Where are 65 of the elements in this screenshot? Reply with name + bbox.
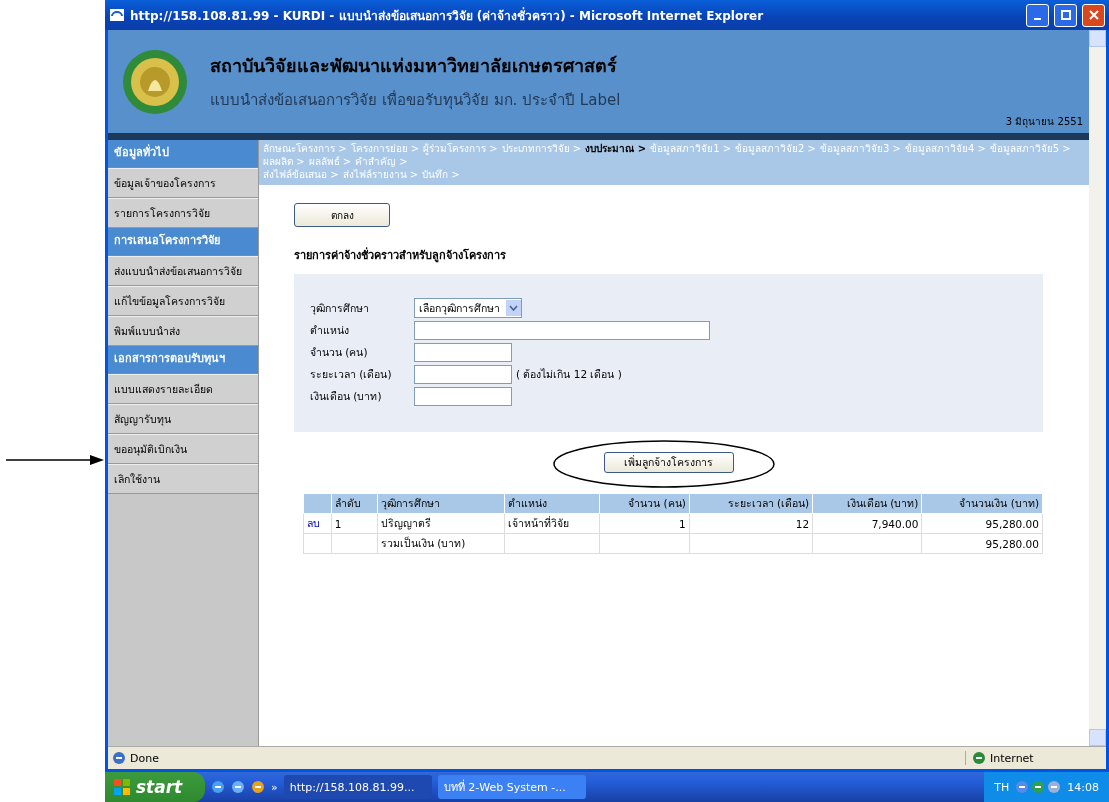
table-cell: 7,940.00 [812,513,922,534]
language-indicator[interactable]: TH [994,780,1010,794]
input-field[interactable] [414,343,512,362]
column-header: เงินเดือน (บาท) [812,493,922,514]
zone-text: Internet [990,751,1034,765]
sidebar-item[interactable]: แก้ไขข้อมูลโครงการวิจัย [108,286,258,316]
scrollbar[interactable] [1089,30,1106,746]
clock: 14:08 [1067,780,1099,794]
minimize-icon [1034,18,1041,20]
sidebar-item[interactable]: เลิกใช้งาน [108,464,258,494]
ok-button[interactable]: ตกลง [294,203,390,227]
column-header: จำนวน (คน) [599,493,690,514]
chevron-down-icon [509,305,518,311]
input-field[interactable] [414,387,512,406]
field-label: ระยะเวลา (เดือน) [310,367,393,382]
maximize-icon [1060,10,1071,20]
emblem-logo [122,48,188,115]
taskbar-button[interactable]: บทที่ 2-Web System -... [437,775,586,799]
sidebar-item[interactable]: ข้อมูลเจ้าของโครงการ [108,168,258,198]
column-header: วุฒิการศึกษา [377,493,505,514]
breadcrumb-link[interactable]: งบประมาณ > [585,142,647,155]
field-label: จำนวน (คน) [310,345,369,360]
sidebar-heading: เอกสารการตอบรับทุนฯ [108,346,258,374]
field-note: ( ต้องไม่เกิน 12 เดือน ) [516,367,622,382]
sidebar-item[interactable]: แบบแสดงรายละเอียด [108,374,258,404]
column-header: จำนวนเงิน (บาท) [921,493,1043,514]
close-icon [1088,10,1099,20]
section-title: รายการค่าจ้างชั่วคราวสำหรับลูกจ้างโครงการ [294,246,506,264]
table-cell: 1 [331,513,378,534]
sidebar-item[interactable]: พิมพ์แบบนำส่ง [108,316,258,346]
column-header: ลำดับ [331,493,378,514]
field-label: ตำแหน่ง [310,323,350,338]
sidebar-heading: การเสนอโครงการวิจัย [108,228,258,256]
more-chevron[interactable]: » [271,780,278,794]
field-label: เงินเดือน (บาท) [310,389,383,404]
site-subtitle: แบบนำส่งข้อเสนอการวิจัย เพื่อขอรับทุนวิจัย มก. ประจำปี Label [210,89,621,112]
site-title: สถาบันวิจัยและพัฒนาแห่งมหาวิทยาลัยเกษตรศาสตร์ [210,54,618,78]
field-label: วุฒิการศึกษา [310,300,370,317]
sidebar-item[interactable]: สัญญารับทุน [108,404,258,434]
start-button[interactable]: start [105,772,205,802]
sidebar-item[interactable]: รายการโครงการวิจัย [108,198,258,228]
window-title: http://158.108.81.99 - KURDI - แบบนำส่งข้อเสนอการวิจัย (ค่าจ้างชั่วคราว) - Microsoft Internet Explorer [130,6,765,25]
sidebar-item[interactable]: ส่งแบบนำส่งข้อเสนอการวิจัย [108,256,258,286]
status-text: Done [130,751,160,765]
taskbar-button[interactable]: http://158.108.81.99... [283,775,432,799]
sidebar-heading: ข้อมูลทั่วไป [108,140,258,168]
date-text: 3 มิถุนายน 2551 [1005,115,1083,129]
close-button[interactable] [1082,3,1105,27]
table-cell: 1 [599,513,690,534]
minimize-button[interactable] [1026,3,1049,27]
table-cell: 12 [689,513,813,534]
maximize-button[interactable] [1054,3,1077,27]
sidebar-item[interactable]: ขออนุมัติเบิกเงิน [108,434,258,464]
total-label: รวมเป็นเงิน (บาท) [377,533,505,554]
education-dropdown[interactable]: เลือกวุฒิการศึกษา [414,298,522,318]
windows-logo [113,778,131,796]
table-cell: ปริญญาตรี [377,513,505,534]
total-amount: 95,280.00 [921,533,1043,554]
column-header: ระยะเวลา (เดือน) [689,493,813,514]
input-field[interactable] [414,321,710,340]
table-cell: เจ้าหน้าที่วิจัย [504,513,600,534]
column-header: ตำแหน่ง [504,493,600,514]
add-employee-button[interactable]: เพิ่มลูกจ้างโครงการ [603,452,734,473]
table-cell: 95,280.00 [921,513,1043,534]
input-field[interactable] [414,365,512,384]
